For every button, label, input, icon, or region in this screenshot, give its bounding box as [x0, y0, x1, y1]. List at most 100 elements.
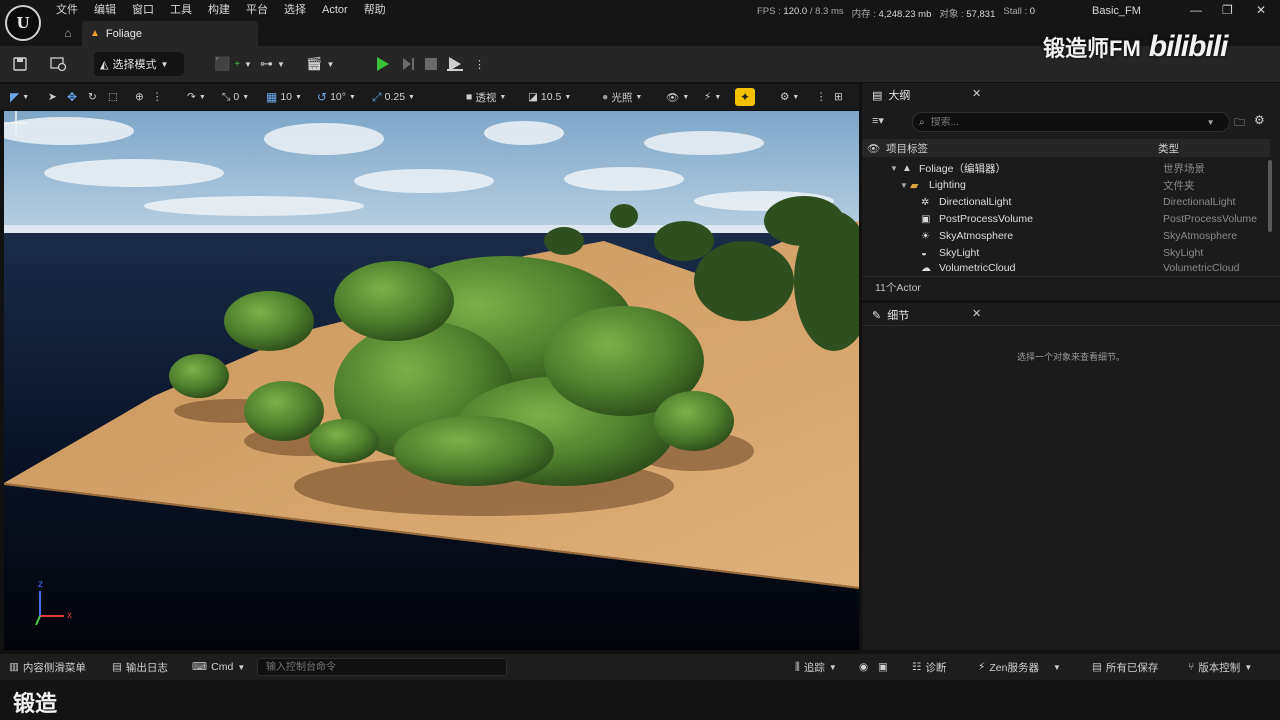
save-icon[interactable]	[13, 53, 27, 75]
viewport-options-button[interactable]: ◤ ▼	[10, 89, 29, 105]
view-mode-button[interactable]: ■ 透视 ▼	[466, 89, 506, 105]
layout-icon[interactable]: ⊞	[834, 89, 843, 105]
details-title: 细节	[887, 310, 910, 322]
source-control-button[interactable]: ⑂ 版本控制 ▼	[1188, 660, 1252, 674]
axis-z-label: z	[38, 579, 43, 590]
memory-stat: 内存 : 4,248.23 mb	[851, 9, 932, 20]
filter-icon[interactable]: ≡▾	[872, 114, 884, 127]
menu-help[interactable]: 帮助	[364, 3, 396, 17]
angle-snap-button[interactable]: ↺ 10° ▼	[317, 89, 356, 105]
world-space-icon[interactable]: ⊕	[135, 89, 144, 105]
menu-select[interactable]: 选择	[284, 3, 316, 17]
menu-file[interactable]: 文件	[56, 3, 88, 17]
browse-icon[interactable]	[50, 53, 68, 75]
play-options-icon[interactable]: ⋮	[474, 53, 485, 75]
menu-platform[interactable]: 平台	[246, 3, 278, 17]
trace-button[interactable]: ⫼ 追踪 ▼	[795, 660, 837, 674]
launch-icon[interactable]	[446, 53, 464, 75]
chevron-down-icon: ▼	[499, 93, 507, 101]
grid-snap-button[interactable]: ▦ 10 ▼	[266, 89, 302, 105]
cmd-dropdown[interactable]: ⌨ Cmd ▼	[192, 660, 245, 674]
outliner-icon: ▤	[872, 89, 883, 102]
saved-icon: ▤	[1092, 661, 1102, 673]
stop-icon[interactable]	[424, 53, 438, 75]
terminal-icon: ⌨	[192, 661, 208, 673]
menu-window[interactable]: 窗口	[132, 3, 164, 17]
scale-snap-button[interactable]: ⤢ 0.25 ▼	[372, 89, 415, 105]
menu-tools[interactable]: 工具	[170, 3, 202, 17]
home-icon[interactable]: ⌂	[60, 26, 76, 42]
close-window-icon[interactable]: ✕	[1256, 3, 1266, 17]
tree-row-post-process[interactable]: ▣ PostProcessVolume PostProcessVolume	[862, 211, 1270, 227]
diagnostics-icon: ☷	[912, 661, 922, 673]
save-all-button[interactable]: ▤ 所有已保存	[1092, 660, 1158, 674]
add-folder-icon[interactable]: 🗀︎	[1234, 114, 1245, 133]
output-log-button[interactable]: ▤ 输出日志	[112, 660, 168, 674]
tree-row-sky-light[interactable]: ◒ SkyLight SkyLight	[862, 245, 1270, 261]
chevron-down-icon[interactable]: ▼	[900, 181, 908, 190]
close-icon[interactable]: ✕	[972, 307, 981, 320]
tree-row-type: 文件夹	[1163, 179, 1195, 192]
select-mode-icon: ◭	[100, 58, 109, 71]
lighting-icon: ●	[602, 91, 609, 103]
add-actor-button[interactable]: ⬛ + ▼	[214, 53, 252, 75]
wand-icon: ⚡︎	[704, 91, 712, 103]
tab-details[interactable]: ✎ 细节	[866, 305, 915, 325]
zen-server-button[interactable]: ⚡︎ Zen服务器 ▼	[978, 660, 1061, 674]
camera-speed-button[interactable]: ◪ 10.5 ▼	[528, 89, 571, 105]
gear-icon[interactable]: ⚙	[1254, 113, 1265, 127]
tree-row-directional-light[interactable]: ✲ DirectionalLight DirectionalLight	[862, 194, 1270, 210]
viewport-more-icon[interactable]: ⋮	[816, 89, 827, 105]
menu-build[interactable]: 构建	[208, 3, 240, 17]
rotate-tool-icon[interactable]: ↻	[88, 89, 97, 105]
project-name: Basic_FM	[1092, 5, 1141, 17]
move-tool-icon[interactable]: ✥	[67, 89, 77, 105]
menu-actor[interactable]: Actor	[322, 3, 358, 17]
screenshot-icon[interactable]: ▣	[878, 660, 888, 674]
column-type[interactable]: 类型	[1158, 141, 1179, 156]
surface-snap-button[interactable]: ↷ ▼	[187, 89, 206, 105]
content-drawer-button[interactable]: ▥ 内容侧滑菜单	[9, 660, 86, 674]
restore-icon[interactable]: ❐	[1222, 3, 1233, 17]
console-command-input[interactable]	[257, 658, 507, 676]
diagnostics-button[interactable]: ☷ 诊断	[912, 660, 946, 674]
chevron-down-icon: ▼	[714, 93, 722, 101]
minimize-icon[interactable]: —	[1190, 3, 1202, 17]
performance-button[interactable]: ⚡︎ ▼	[704, 89, 721, 105]
outliner-search[interactable]: ⌕ ▼	[912, 112, 1230, 132]
visibility-icon[interactable]: 👁︎	[867, 142, 880, 155]
watermark: 锻造师FM bilibili	[1043, 30, 1228, 64]
tree-row-sky-atmosphere[interactable]: ☀ SkyAtmosphere SkyAtmosphere	[862, 228, 1270, 244]
tab-outliner[interactable]: ▤ 大纲	[866, 85, 916, 105]
show-button[interactable]: 👁︎ ▼	[666, 89, 689, 105]
play-button[interactable]	[374, 53, 390, 75]
tree-row-world[interactable]: ▼ ▲ Foliage（编辑器） 世界场景	[862, 160, 1270, 176]
chevron-down-icon[interactable]: ▼	[890, 164, 898, 173]
tab-level[interactable]: ▲ Foliage	[82, 21, 258, 46]
outliner-scrollbar[interactable]	[1268, 160, 1272, 232]
realtime-toggle-icon[interactable]: ✦	[735, 88, 755, 106]
search-input[interactable]	[930, 116, 1201, 128]
more-options-icon[interactable]: ⋮	[152, 89, 163, 105]
tree-row-type: SkyAtmosphere	[1163, 230, 1238, 242]
mode-select-dropdown[interactable]: ◭ 选择模式 ▼	[94, 52, 184, 76]
column-label[interactable]: 项目标签	[886, 141, 928, 156]
select-tool-icon[interactable]: ➤	[48, 89, 57, 105]
tree-row-volumetric-cloud[interactable]: ☁ VolumetricCloud VolumetricCloud	[862, 262, 1270, 274]
unreal-logo-icon[interactable]: U	[5, 5, 41, 41]
snap-distance-button[interactable]: ⤡ 0 ▼	[222, 89, 249, 105]
chevron-down-icon: ▼	[198, 93, 206, 101]
level-viewport[interactable]: z x	[4, 111, 859, 650]
settings-button[interactable]: ⚙ ▼	[780, 89, 799, 105]
blueprint-button[interactable]: ⊶ ▼	[260, 53, 285, 75]
scene-render: z x	[4, 111, 859, 650]
tree-row-lighting[interactable]: ▼ ▰ Lighting 文件夹	[862, 177, 1270, 193]
step-icon[interactable]	[400, 53, 416, 75]
chevron-down-icon: ▼	[326, 59, 335, 69]
menu-edit[interactable]: 编辑	[94, 3, 126, 17]
cinematics-button[interactable]: 🎬︎ ▼	[306, 53, 334, 75]
scale-tool-icon[interactable]: ⬚	[108, 89, 118, 105]
close-icon[interactable]: ✕	[972, 87, 981, 100]
lighting-button[interactable]: ● 光照 ▼	[602, 89, 642, 105]
record-icon[interactable]: ◉	[859, 660, 868, 674]
